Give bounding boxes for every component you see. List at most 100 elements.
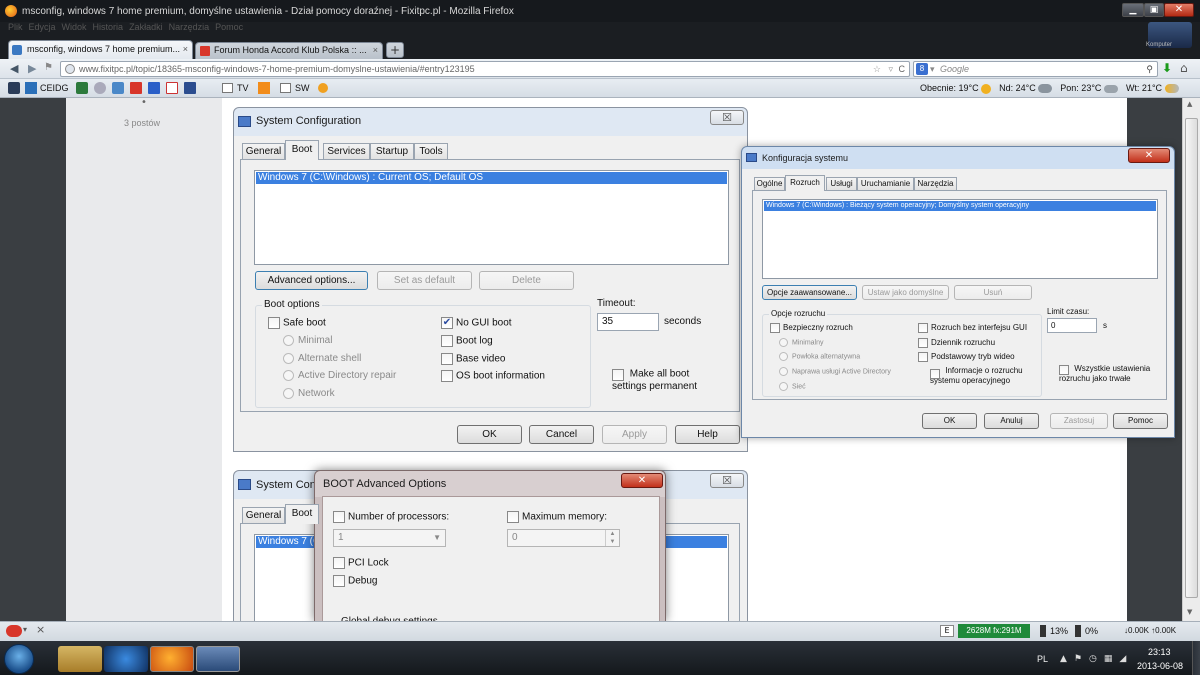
bookmark-m-icon[interactable]	[148, 82, 160, 94]
boot-log-checkbox[interactable]: Boot log	[441, 335, 493, 347]
network-radio[interactable]: Sieć	[779, 382, 806, 391]
maximize-button[interactable]: ▣	[1144, 3, 1164, 17]
cancel-button[interactable]: Cancel	[529, 425, 594, 444]
safe-boot-box[interactable]	[770, 323, 780, 333]
safe-boot-checkbox[interactable]: Safe boot	[268, 317, 326, 329]
alternate-shell-radio[interactable]: Alternate shell	[283, 353, 361, 364]
active-directory-repair-radio[interactable]: Naprawa usługi Active Directory	[779, 367, 891, 376]
menu-pomoc[interactable]: Pomoc	[215, 22, 243, 37]
forward-arrow-icon[interactable]: ▶	[28, 62, 36, 75]
search-engine-chevron-icon[interactable]: ▾	[930, 62, 935, 76]
tab-boot[interactable]: Boot	[285, 504, 319, 524]
ad-repair-radio-circle[interactable]	[283, 370, 294, 381]
os-boot-information-checkbox[interactable]: OS boot information	[441, 370, 545, 382]
menu-narzedzia[interactable]: Narzędzia	[169, 22, 210, 37]
vertical-scrollbar[interactable]: ▲ ▼	[1182, 98, 1200, 621]
make-permanent-box[interactable]	[1059, 365, 1069, 375]
menu-widok[interactable]: Widok	[62, 22, 87, 37]
tab-general[interactable]: General	[242, 507, 285, 523]
active-directory-repair-radio[interactable]: Active Directory repair	[283, 370, 396, 381]
bookmark-tick-icon[interactable]	[112, 82, 124, 94]
advanced-options-button[interactable]: Advanced options...	[255, 271, 368, 290]
back-arrow-icon[interactable]: ◀	[10, 62, 18, 75]
bookmark-gear-icon[interactable]	[94, 82, 106, 94]
ad-repair-radio-circle[interactable]	[779, 367, 788, 376]
download-arrow-icon[interactable]: ⬇	[1162, 61, 1172, 75]
os-boot-info-box[interactable]	[930, 369, 940, 379]
search-icon[interactable]: ⚲	[1146, 62, 1153, 76]
page-identity-icon[interactable]: ⚑	[44, 62, 53, 73]
make-permanent-box[interactable]	[612, 369, 624, 381]
show-desktop-button[interactable]	[1192, 641, 1200, 675]
bookmark-toolbar-icon[interactable]	[8, 82, 20, 94]
pci-lock-checkbox[interactable]: PCI Lock	[333, 557, 389, 569]
tab-services[interactable]: Services	[323, 143, 370, 159]
boot-log-checkbox[interactable]: Dziennik rozruchu	[918, 338, 995, 348]
advanced-options-button[interactable]: Opcje zaawansowane...	[762, 285, 857, 300]
weather-monday[interactable]: Pon: 23°C	[1060, 82, 1118, 94]
apply-button[interactable]: Apply	[602, 425, 667, 444]
no-gui-boot-checkbox[interactable]: Rozruch bez interfejsu GUI	[918, 323, 1027, 333]
addon-icon[interactable]	[6, 625, 22, 637]
minimal-radio[interactable]: Minimal	[283, 335, 332, 346]
tab-ogolne[interactable]: Ogólne	[754, 177, 785, 190]
dropdown-chevron-icon[interactable]: ▿	[888, 62, 893, 76]
url-bar[interactable]: www.fixitpc.pl/topic/18365-msconfig-wind…	[60, 61, 910, 77]
bookmark-star-icon[interactable]: ☆	[873, 62, 881, 76]
debug-checkbox[interactable]: Debug	[333, 575, 377, 587]
number-of-processors-box[interactable]	[333, 511, 345, 523]
base-video-checkbox[interactable]: Podstawowy tryb wideo	[918, 352, 1015, 362]
close-button[interactable]: ☒	[710, 110, 744, 125]
bookmark-sun-icon[interactable]	[318, 83, 328, 93]
number-of-processors-checkbox[interactable]: Number of processors:	[333, 511, 449, 523]
bookmark-sw[interactable]: SW	[280, 82, 310, 94]
os-list-item[interactable]: Windows 7 (C:\Windows) : Bieżący system …	[764, 201, 1156, 211]
network-radio-circle[interactable]	[283, 388, 294, 399]
weather-sunday[interactable]: Nd: 24°C	[999, 82, 1053, 94]
debug-box[interactable]	[333, 575, 345, 587]
menu-plik[interactable]: Plik	[8, 22, 23, 37]
base-video-checkbox[interactable]: Base video	[441, 353, 505, 365]
minimal-radio-circle[interactable]	[283, 335, 294, 346]
close-window-button[interactable]: ✕	[1164, 3, 1194, 17]
safe-boot-box[interactable]	[268, 317, 280, 329]
alternate-shell-radio-circle[interactable]	[779, 352, 788, 361]
tab-tools[interactable]: Tools	[414, 143, 448, 159]
no-gui-boot-box[interactable]	[918, 323, 928, 333]
os-list-item[interactable]: Windows 7 (C:\Windows) : Current OS; Def…	[256, 172, 727, 184]
clock-time[interactable]: 23:13	[1148, 647, 1171, 657]
language-indicator[interactable]: PL	[1037, 654, 1048, 664]
bookmark-ceidg[interactable]: CEIDG	[25, 82, 69, 94]
tray-clock-icon[interactable]: ◷	[1089, 654, 1097, 664]
make-permanent-checkbox[interactable]: Wszystkie ustawienia rozruchu jako trwał…	[1047, 364, 1159, 384]
make-permanent-checkbox[interactable]: Make all boot settings permanent	[597, 368, 717, 393]
timeout-input[interactable]: 35	[597, 313, 659, 331]
bookmark-nk-icon[interactable]	[184, 82, 196, 94]
maximum-memory-box[interactable]	[507, 511, 519, 523]
tray-flag-icon[interactable]: ⚑	[1074, 654, 1082, 664]
base-video-box[interactable]	[441, 353, 453, 365]
tray-network-icon[interactable]: ▦	[1104, 654, 1113, 664]
scroll-thumb[interactable]	[1185, 118, 1198, 598]
network-radio-circle[interactable]	[779, 382, 788, 391]
delete-button[interactable]: Delete	[479, 271, 574, 290]
explorer-taskbar-icon[interactable]	[58, 646, 102, 672]
set-as-default-button[interactable]: Set as default	[377, 271, 472, 290]
tab-uruchamianie[interactable]: Uruchamianie	[857, 177, 914, 190]
boot-log-box[interactable]	[918, 338, 928, 348]
bookmark-tv[interactable]: TV	[222, 82, 249, 94]
os-boot-information-checkbox[interactable]: Informacje o rozruchu systemu operacyjne…	[918, 366, 1038, 386]
os-boot-info-box[interactable]	[441, 370, 453, 382]
no-gui-boot-checkbox[interactable]: ✔ No GUI boot	[441, 317, 512, 329]
weather-tuesday[interactable]: Wt: 21°C	[1126, 82, 1179, 94]
scroll-down-icon[interactable]: ▼	[1187, 608, 1192, 616]
maximum-memory-checkbox[interactable]: Maximum memory:	[507, 511, 607, 523]
tab-general[interactable]: General	[242, 143, 285, 159]
weather-now[interactable]: Obecnie: 19°C	[920, 82, 992, 94]
bookmark-gmail-icon[interactable]	[166, 82, 178, 94]
tab-uslugi[interactable]: Usługi	[826, 177, 857, 190]
minimize-button[interactable]: ▁	[1122, 3, 1144, 17]
alternate-shell-radio[interactable]: Powłoka alternatywna	[779, 352, 860, 361]
reload-icon[interactable]: C	[899, 62, 906, 76]
clock-date[interactable]: 2013-06-08	[1137, 661, 1183, 671]
